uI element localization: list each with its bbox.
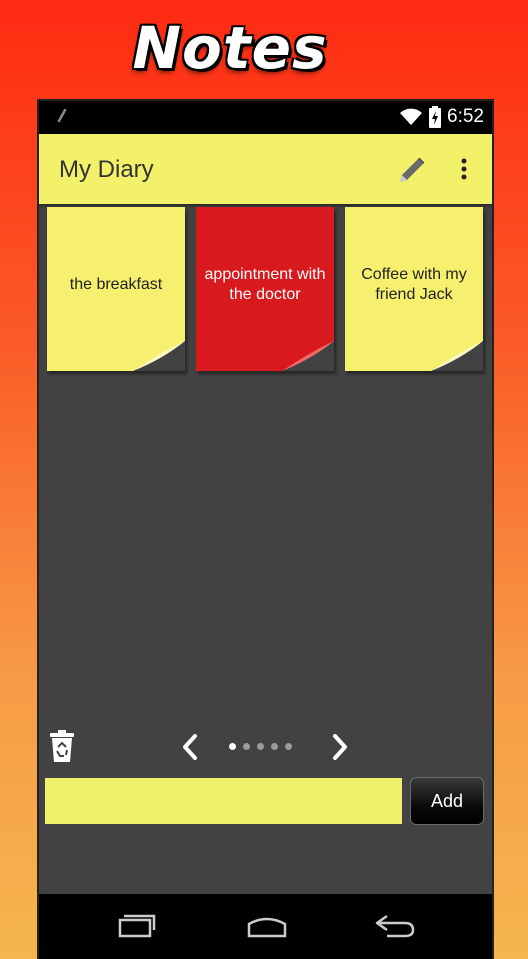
page-dot [243,743,250,750]
page-dot [285,743,292,750]
pencil-icon[interactable] [394,152,430,188]
note-card[interactable]: the breakfast [47,207,185,371]
page-curl [431,341,483,371]
page-indicator [229,743,292,750]
next-arrow-icon[interactable] [329,733,351,761]
page-curl [133,341,185,371]
note-card[interactable]: appointment with the doctor [196,207,334,371]
previous-arrow-icon[interactable] [179,733,201,761]
overflow-menu-icon[interactable] [454,154,474,184]
status-bar: 6:52 [39,101,492,134]
page-dot [271,743,278,750]
app-bar: My Diary [39,134,492,204]
navigation-bar [39,894,492,959]
status-time: 6:52 [447,106,484,127]
recycle-bin-icon[interactable] [49,729,75,763]
back-icon[interactable] [373,910,417,942]
recent-apps-icon[interactable] [114,910,158,942]
note-text: the breakfast [69,276,163,293]
page-dot [229,743,236,750]
pager [179,731,347,763]
phone-screen: 6:52 My Diary the breakfast appointment … [37,99,494,959]
note-card[interactable]: Coffee with my friend Jack [345,207,483,371]
promo-title: Notes [132,14,328,82]
wifi-icon [400,108,423,125]
note-input[interactable] [45,778,402,824]
app-title: My Diary [59,156,154,183]
battery-icon [429,106,442,128]
note-text: Coffee with my friend Jack [361,266,467,303]
notification-icon [57,109,67,123]
add-button[interactable]: Add [410,777,484,825]
note-text: appointment with the doctor [204,266,326,303]
page-curl [282,341,334,371]
page-dot [257,743,264,750]
home-icon[interactable] [245,910,289,942]
notes-grid: the breakfast appointment with the docto… [39,207,492,377]
